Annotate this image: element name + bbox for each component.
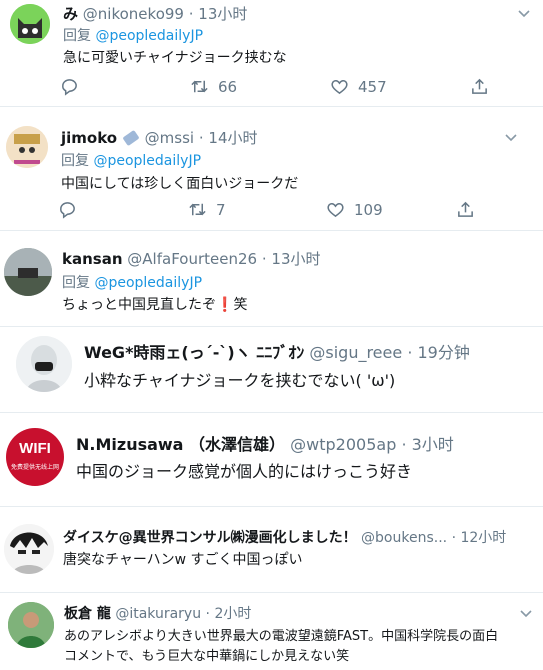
badge-icon [122,129,140,147]
tweet-text: ちょっと中国見直したぞ❗笑 [62,294,247,314]
author-name[interactable]: ダイスケ@異世界コンサル㈱漫画化しました！ [63,530,357,546]
reply-icon [60,202,75,219]
exclamation-emoji: ❗ [216,297,234,313]
tweet-card[interactable]: ダイスケ@異世界コンサル㈱漫画化しました！ @boukens... · 12小时… [0,518,543,590]
tweet-card[interactable]: み @nikoneko99 · 13小时 回复 @peopledailyJP 急… [0,0,543,106]
tweet-text: 急に可愛いチャイナジョーク挟むな [63,50,287,66]
tweet-text: 唐突なチャーハンw すごく中国っぽい [63,552,303,568]
avatar[interactable] [6,126,48,168]
tweet-card[interactable]: 板倉 龍 @itakuraryu · 2小时 あのアレシボより大きい世界最大の電… [0,596,543,670]
author-name[interactable]: WeG*時雨ェ(っ´-`)ヽ ﾆﾆﾌﾞｵﾝ [84,343,304,362]
reply-mention-link[interactable]: @peopledailyJP [95,28,203,44]
author-name[interactable]: 板倉 龍 [64,606,111,622]
tweet-time[interactable]: · 14小时 [199,129,258,147]
reply-label: 回复 [63,28,91,44]
share-icon [458,201,473,217]
share-button[interactable] [456,200,475,219]
tweet-text: 中国のジョーク感覚が個人的にはけっこう好き [76,462,413,481]
separator [0,106,543,107]
tweet-time[interactable]: · 2小时 [206,606,252,622]
like-button[interactable]: 109 [326,200,456,219]
tweet-time[interactable]: · 13小时 [262,250,321,268]
tweet-card[interactable]: jimoko @mssi · 14小时 回复 @peopledailyJP 中国… [0,120,520,230]
anime-avatar-image [16,336,72,392]
tweet-text-main: ちょっと中国見直したぞ [62,297,216,313]
tweet-time[interactable]: · 19分钟 [407,343,470,362]
wifi-subtext: 免费提供无线上网 [10,464,59,471]
author-name[interactable]: jimoko [61,129,117,147]
author-handle[interactable]: @wtp2005ap [290,435,396,454]
chevron-down-icon[interactable] [517,6,531,20]
tweet-card[interactable]: WeG*時雨ェ(っ´-`)ヽ ﾆﾆﾌﾞｵﾝ @sigu_reee · 19分钟 … [6,328,526,408]
reply-label: 回复 [61,153,89,169]
tweet-text-line-1: あのアレシボより大きい世界最大の電波望遠鏡FAST。中国科学院長の面白 [64,629,499,644]
reply-icon [62,79,77,96]
retweet-button[interactable]: 66 [190,77,330,96]
retweet-icon [191,80,208,93]
tweet-time[interactable]: · 13小时 [189,5,248,23]
like-button[interactable]: 457 [330,77,470,96]
separator [0,592,543,593]
author-handle[interactable]: @sigu_reee [309,343,402,362]
person-avatar-image [8,602,54,648]
doll-avatar-image [6,126,48,168]
reply-mention-link[interactable]: @peopledailyJP [93,153,201,169]
retweet-count: 7 [216,200,226,219]
avatar[interactable] [4,524,54,574]
tweet-text-line-2: コメントで、もう巨大な中華鍋にしか見えない笑 [64,649,350,664]
author-handle[interactable]: @nikoneko99 [83,5,184,23]
chevron-down-icon[interactable] [519,606,533,620]
like-icon [331,79,348,95]
avatar[interactable]: WIFI 免费提供无线上网 [6,428,64,486]
author-handle[interactable]: @boukens... [361,530,447,546]
avatar[interactable] [4,248,52,296]
reply-button[interactable] [60,77,190,96]
author-name[interactable]: N.Mizusawa （水澤信雄） [76,435,285,454]
avatar[interactable] [16,336,72,392]
share-button[interactable] [470,77,489,96]
retweet-count: 66 [218,77,238,96]
manga-avatar-image [4,524,54,574]
separator [0,412,543,413]
wifi-logo: WIFI [6,440,64,457]
author-handle[interactable]: @mssi [145,129,194,147]
tweet-text: 小粋なチャイナジョークを挟むでない( 'ω') [84,371,396,390]
like-count: 457 [358,77,387,96]
like-count: 109 [354,200,383,219]
wifi-text: WIFI [19,440,51,457]
author-handle[interactable]: @AlfaFourteen26 [127,250,257,268]
author-name[interactable]: み [63,5,78,23]
reply-button[interactable] [58,200,188,219]
separator [0,230,543,231]
author-name[interactable]: kansan [62,250,123,268]
reply-label: 回复 [62,275,90,291]
avatar[interactable] [8,602,54,648]
reply-mention-link[interactable]: @peopledailyJP [94,275,202,291]
like-icon [327,202,344,218]
tweet-text: 中国にしては珍しく面白いジョークだ [61,176,299,192]
landscape-avatar-image [4,248,52,296]
retweet-button[interactable]: 7 [188,200,326,219]
tweet-time[interactable]: · 12小时 [452,530,507,546]
tweet-time[interactable]: · 3小时 [401,435,453,454]
separator [0,506,543,507]
tweet-text-tail: 笑 [233,297,248,313]
avatar[interactable] [10,4,50,44]
retweet-icon [189,203,206,216]
author-handle[interactable]: @itakuraryu [115,606,201,622]
cat-avatar-image [10,4,50,44]
share-icon [472,78,487,94]
tweet-card[interactable]: kansan @AlfaFourteen26 · 13小时 回复 @people… [0,240,543,324]
chevron-down-icon[interactable] [504,130,518,144]
tweet-card[interactable]: WIFI 免费提供无线上网 N.Mizusawa （水澤信雄） @wtp2005… [0,420,536,500]
separator [0,326,543,327]
